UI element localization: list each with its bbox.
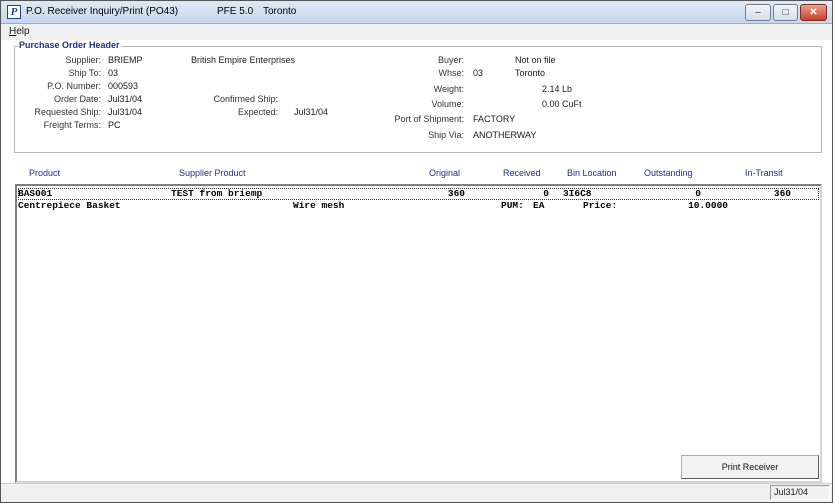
minimize-icon: – [755,7,761,18]
menu-help-label: elp [16,26,30,37]
shipto-label: Ship To: [68,68,101,78]
freight-label: Freight Terms: [43,120,101,130]
client-area: Purchase Order Header Supplier: BRIEMP B… [1,40,832,483]
row-supplier-description: Wire mesh [293,200,345,211]
row-price-label: Price: [583,200,618,211]
volume-value: 0.00 CuFt [542,99,582,109]
orderdate-label: Order Date: [53,94,101,104]
column-header-product[interactable]: Product [29,168,60,178]
supplier-code: BRIEMP [108,55,143,65]
confirmed-ship-label: Confirmed Ship: [213,94,278,104]
menu-bar: Help [1,24,832,40]
expected-label: Expected: [237,107,278,117]
supplier-name: British Empire Enterprises [191,55,296,65]
receiver-lines-grid[interactable]: BAS001 TEST from briemp 360 0 3I6C8 0 36… [15,184,822,483]
po-header-title: Purchase Order Header [18,40,121,50]
row-outstanding: 0 [695,188,701,199]
close-icon: ✕ [809,7,818,18]
shipvia-value: ANOTHERWAY [473,130,537,140]
version-label: PFE 5.0 [217,6,254,17]
column-header-outstanding[interactable]: Outstanding [644,168,693,178]
print-receiver-button[interactable]: Print Receiver [681,455,819,479]
reqship-value: Jul31/04 [108,107,143,117]
column-header-received[interactable]: Received [503,168,541,178]
location-label: Toronto [263,6,297,17]
row-bin-location: 3I6C8 [563,188,592,199]
menu-help[interactable]: Help [9,26,30,37]
port-label: Port of Shipment: [394,114,464,124]
reqship-label: Requested Ship: [34,107,101,117]
window-title: P.O. Receiver Inquiry/Print (PO43) [26,6,179,17]
row-pum-value: EA [533,200,545,211]
buyer-value: Not on file [515,55,556,65]
row-product: BAS001 [18,188,53,199]
column-header-supplier-product[interactable]: Supplier Product [179,168,246,178]
status-bar [1,483,832,502]
whse-name: Toronto [515,68,546,78]
weight-value: 2.14 Lb [542,84,573,94]
buyer-label: Buyer: [437,55,464,65]
minimize-button[interactable]: – [745,4,771,21]
weight-label: Weight: [433,84,464,94]
orderdate-value: Jul31/04 [108,94,143,104]
supplier-label: Supplier: [65,55,101,65]
ponum-label: P.O. Number: [47,81,101,91]
restore-button[interactable]: □ [773,4,798,21]
app-window: P P.O. Receiver Inquiry/Print (PO43) PFE… [0,0,833,503]
close-button[interactable]: ✕ [800,4,827,21]
expected-value: Jul31/04 [294,107,329,117]
shipto-value: 03 [108,68,119,78]
volume-label: Volume: [431,99,464,109]
status-date: Jul31/04 [770,485,830,500]
whse-label: Whse: [438,68,464,78]
row-original: 360 [447,188,465,199]
column-header-in-transit[interactable]: In-Transit [745,168,783,178]
row-description: Centrepiece Basket [18,200,121,211]
row-price-value: 10.0000 [688,200,728,211]
row-in-transit: 360 [773,188,791,199]
restore-icon: □ [782,7,789,18]
ponum-value: 000593 [108,81,139,91]
row-supplier-product: TEST from briemp [171,188,263,199]
column-header-original[interactable]: Original [429,168,460,178]
whse-code: 03 [473,68,484,78]
row-received: 0 [543,188,549,199]
row-pum-label: PUM: [501,200,524,211]
title-bar[interactable]: P P.O. Receiver Inquiry/Print (PO43) PFE… [1,1,832,24]
shipvia-label: Ship Via: [428,130,464,140]
port-value: FACTORY [473,114,516,124]
column-header-bin-location[interactable]: Bin Location [567,168,617,178]
freight-value: PC [108,120,121,130]
app-logo-icon[interactable]: P [7,5,21,19]
